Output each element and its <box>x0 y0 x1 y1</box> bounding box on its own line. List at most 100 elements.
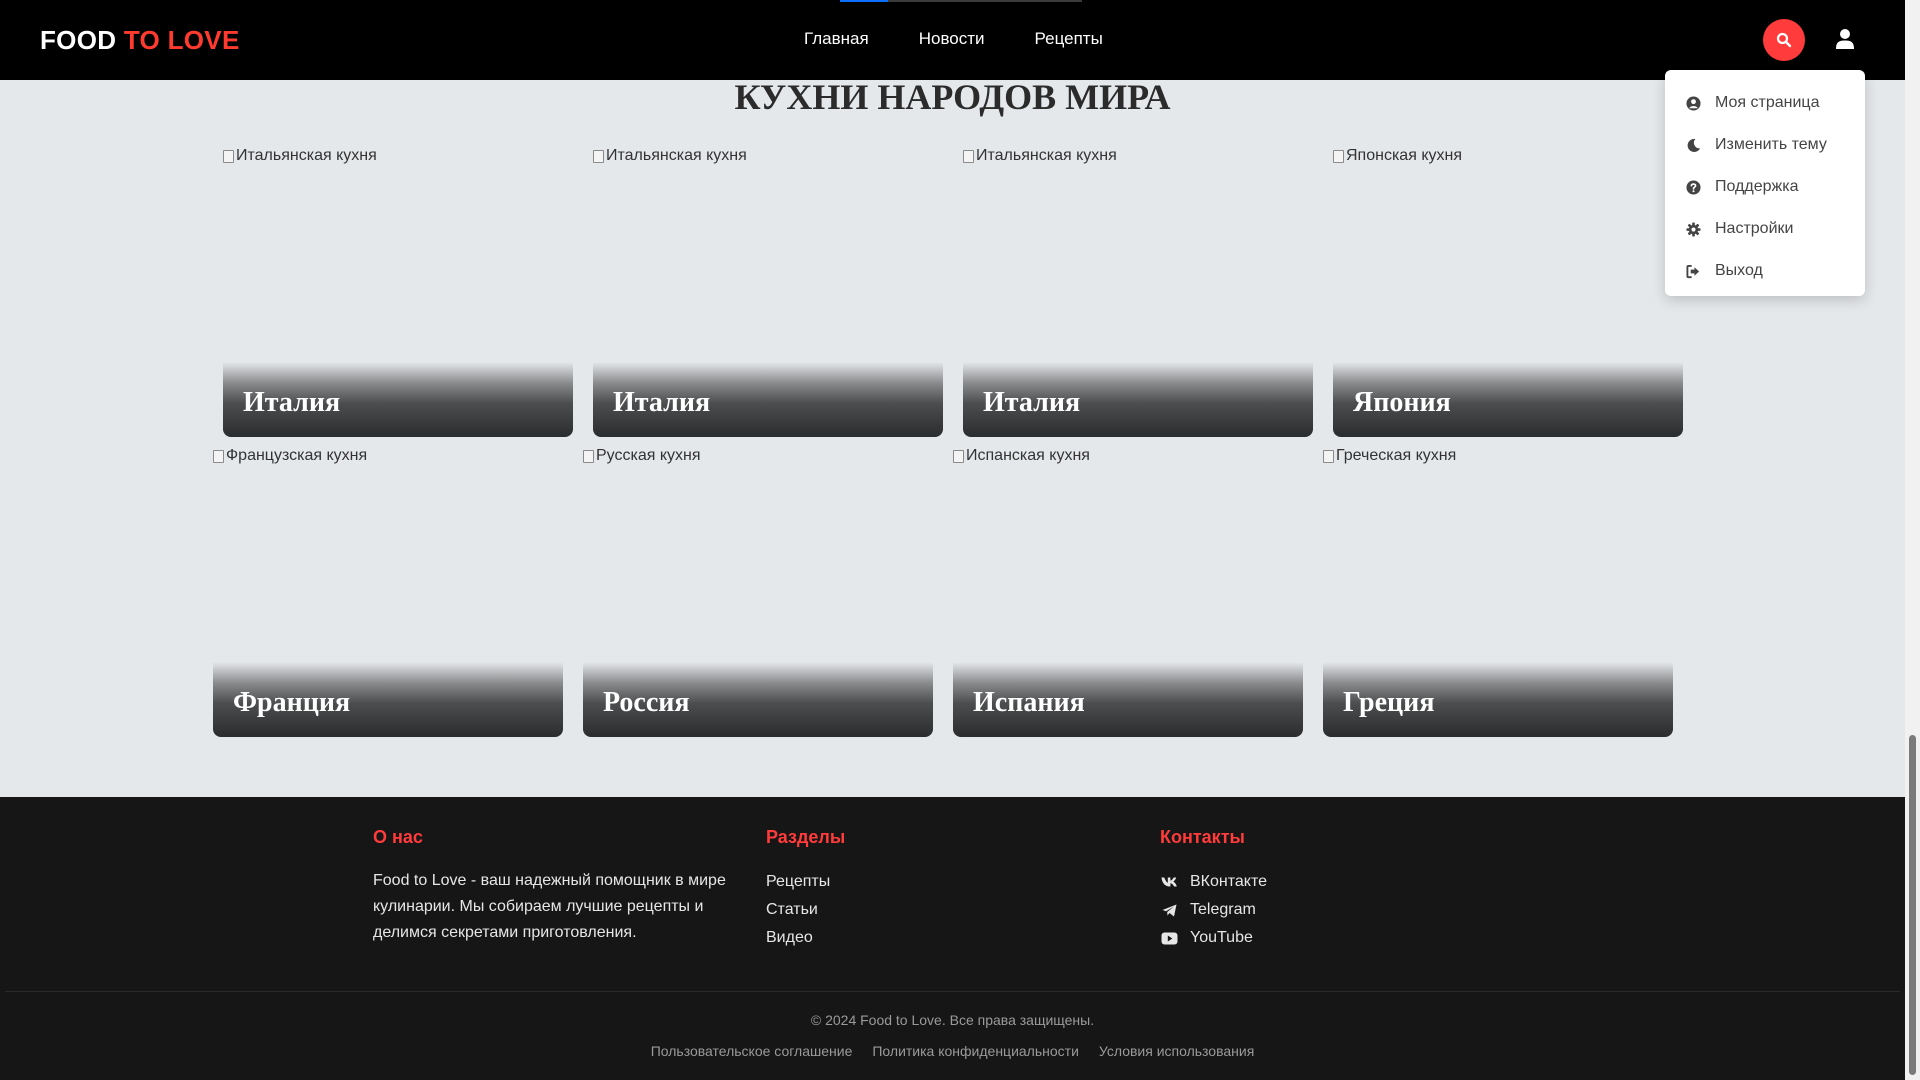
search-icon <box>1776 32 1792 48</box>
image-alt-label: Русская кухня <box>596 447 701 464</box>
copyright-text: © 2024 Food to Love. Все права защищены. <box>810 1012 1095 1028</box>
footer-contacts-heading: Контакты <box>1160 827 1245 847</box>
image-alt-label: Испанская кухня <box>966 447 1090 464</box>
user-icon <box>1836 29 1854 49</box>
sign-out-icon <box>1685 263 1701 279</box>
cuisine-card[interactable]: Итальянская кухня Италия <box>223 147 573 437</box>
footer-link-vk[interactable]: ВКонтакте <box>1160 868 1267 896</box>
menu-item-label: Выход <box>1715 262 1763 279</box>
footer-link-label: Telegram <box>1190 901 1256 918</box>
gear-icon <box>1685 221 1701 237</box>
cuisine-card[interactable]: Итальянская кухня Италия <box>963 147 1313 437</box>
menu-item-support[interactable]: Поддержка <box>1665 166 1865 208</box>
image-alt-text: Русская кухня <box>583 447 701 465</box>
cuisine-card[interactable]: Греческая кухня Греция <box>1323 447 1673 737</box>
site-header: FOOD TO LOVE Главная Новости Рецепты <box>0 0 1905 80</box>
vk-icon <box>1160 875 1178 889</box>
cuisine-card[interactable]: Испанская кухня Испания <box>953 447 1303 737</box>
card-title: Италия <box>983 387 1081 418</box>
youtube-icon <box>1160 931 1178 945</box>
card-title: Италия <box>613 387 711 418</box>
page-title: КУХНИ НАРОДОВ МИРА <box>734 77 1171 117</box>
image-alt-text: Греческая кухня <box>1323 447 1456 465</box>
footer-link-video[interactable]: Видео <box>766 924 845 952</box>
image-alt-text: Итальянская кухня <box>223 147 377 165</box>
footer-about-text: Food to Love - ваш надежный помощник в м… <box>373 872 726 941</box>
menu-item-label: Изменить тему <box>1715 136 1827 153</box>
card-title: Греция <box>1343 687 1435 718</box>
cuisine-card[interactable]: Итальянская кухня Италия <box>593 147 943 437</box>
page-scrollbar[interactable] <box>1905 0 1920 1080</box>
site-footer: О нас Food to Love - ваш надежный помощн… <box>0 797 1905 1080</box>
footer-link-articles[interactable]: Статьи <box>766 896 845 924</box>
footer-divider <box>5 991 1900 992</box>
nav-progress-bar <box>840 0 1082 2</box>
image-alt-label: Японская кухня <box>1346 147 1462 164</box>
footer-contacts: Контакты ВКонтакте Telegram YouTube <box>1160 827 1267 952</box>
broken-image-icon <box>223 149 234 163</box>
logo-text-to-love: TO LOVE <box>123 25 240 55</box>
footer-link-label: ВКонтакте <box>1190 873 1267 890</box>
telegram-icon <box>1160 903 1178 917</box>
legal-link-privacy-policy[interactable]: Политика конфиденциальности <box>872 1043 1079 1059</box>
card-caption: Италия <box>963 362 1313 437</box>
cuisine-card[interactable]: Французская кухня Франция <box>213 447 563 737</box>
menu-item-label: Поддержка <box>1715 178 1799 195</box>
broken-image-icon <box>953 449 964 463</box>
image-alt-label: Греческая кухня <box>1336 447 1457 464</box>
image-alt-text: Итальянская кухня <box>593 147 747 165</box>
footer-link-label: YouTube <box>1190 929 1253 946</box>
menu-item-logout[interactable]: Выход <box>1665 250 1865 292</box>
user-menu-button[interactable] <box>1830 22 1860 56</box>
image-alt-label: Итальянская кухня <box>236 147 377 164</box>
footer-about-heading: О нас <box>373 827 423 847</box>
legal-link-terms-of-use[interactable]: Условия использования <box>1099 1043 1254 1059</box>
card-title: Испания <box>973 687 1085 718</box>
cuisine-card[interactable]: Японская кухня Япония <box>1333 147 1683 437</box>
broken-image-icon <box>593 149 604 163</box>
menu-item-label: Настройки <box>1715 220 1794 237</box>
broken-image-icon <box>1323 449 1334 463</box>
nav-progress-fill <box>840 0 889 2</box>
logo-text-food: FOOD <box>40 25 117 55</box>
broken-image-icon <box>963 149 974 163</box>
card-title: Япония <box>1353 387 1451 418</box>
menu-item-settings[interactable]: Настройки <box>1665 208 1865 250</box>
card-caption: Япония <box>1333 362 1683 437</box>
footer-sections: Разделы Рецепты Статьи Видео <box>766 827 845 952</box>
image-alt-text: Японская кухня <box>1333 147 1462 165</box>
footer-legal-links: Пользовательское соглашение Политика кон… <box>0 1043 1905 1059</box>
card-caption: Италия <box>593 362 943 437</box>
nav-link-home[interactable]: Главная <box>804 29 869 49</box>
card-title: Италия <box>243 387 341 418</box>
footer-link-recipes[interactable]: Рецепты <box>766 868 845 896</box>
nav-link-recipes[interactable]: Рецепты <box>1035 29 1103 49</box>
card-caption: Испания <box>953 662 1303 737</box>
footer-sections-heading: Разделы <box>766 827 846 847</box>
question-circle-icon <box>1685 179 1701 195</box>
image-alt-text: Итальянская кухня <box>963 147 1117 165</box>
card-title: Россия <box>603 687 690 718</box>
footer-about: О нас Food to Love - ваш надежный помощн… <box>373 827 748 946</box>
footer-link-telegram[interactable]: Telegram <box>1160 896 1267 924</box>
cuisine-card[interactable]: Русская кухня Россия <box>583 447 933 737</box>
card-caption: Греция <box>1323 662 1673 737</box>
legal-link-user-agreement[interactable]: Пользовательское соглашение <box>651 1043 853 1059</box>
card-caption: Франция <box>213 662 563 737</box>
image-alt-label: Итальянская кухня <box>606 147 747 164</box>
menu-item-change-theme[interactable]: Изменить тему <box>1665 124 1865 166</box>
nav-link-news[interactable]: Новости <box>919 29 985 49</box>
card-title: Франция <box>233 687 351 718</box>
moon-icon <box>1685 137 1701 153</box>
site-logo[interactable]: FOOD TO LOVE <box>40 25 240 56</box>
card-caption: Италия <box>223 362 573 437</box>
broken-image-icon <box>583 449 594 463</box>
search-button[interactable] <box>1763 19 1805 61</box>
scrollbar-thumb[interactable] <box>1909 735 1916 1075</box>
image-alt-label: Французская кухня <box>226 447 368 464</box>
image-alt-label: Итальянская кухня <box>976 147 1117 164</box>
footer-link-youtube[interactable]: YouTube <box>1160 924 1267 952</box>
image-alt-text: Испанская кухня <box>953 447 1090 465</box>
broken-image-icon <box>1333 149 1344 163</box>
card-caption: Россия <box>583 662 933 737</box>
